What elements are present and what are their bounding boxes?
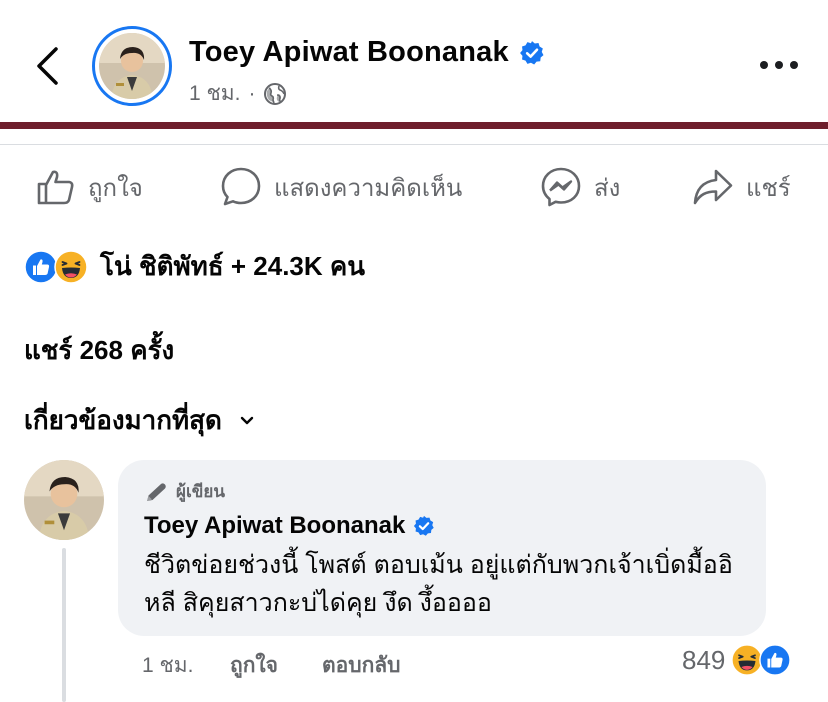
comment-reply-button[interactable]: ตอบกลับ <box>322 649 401 682</box>
comment-icon <box>221 167 261 206</box>
like-reaction-icon <box>24 249 58 284</box>
comment-button[interactable]: แสดงความคิดเห็น <box>220 160 462 214</box>
meta-separator: · <box>248 81 256 105</box>
author-tag-label: ผู้เขียน <box>176 482 225 501</box>
thread-line <box>62 548 66 702</box>
haha-reaction-icon <box>54 249 88 284</box>
send-label: ส่ง <box>594 174 621 202</box>
share-label: แชร์ <box>746 174 791 202</box>
commenter-avatar[interactable] <box>24 460 104 540</box>
like-button[interactable]: ถูกใจ <box>36 160 143 214</box>
post-action-bar: ถูกใจ แสดงความคิดเห็น ส่ง แชร์ <box>0 160 828 214</box>
share-icon <box>693 169 733 205</box>
post-header: Toey Apiwat Boonanak 1 ชม. · <box>0 0 828 122</box>
reactions-summary[interactable]: โน่ ชิติพัทธ์ + 24.3K คน <box>24 246 365 287</box>
more-options-button[interactable] <box>756 52 802 78</box>
send-button[interactable]: ส่ง <box>540 160 620 214</box>
verified-badge-icon <box>414 515 435 536</box>
comment-text: ชีวิตข่อยช่วงนี้ โพสต์ ตอบเม้น อยู่แต่กั… <box>144 551 733 617</box>
share-button[interactable]: แชร์ <box>692 160 791 214</box>
comment-sort-button[interactable]: เกี่ยวข้องมากที่สุด <box>24 400 254 441</box>
comment-reactions[interactable]: 849 <box>682 644 792 676</box>
comment-like-button[interactable]: ถูกใจ <box>230 649 322 682</box>
author-avatar[interactable] <box>92 26 172 106</box>
chevron-down-icon <box>240 416 254 424</box>
comment-author: Toey Apiwat Boonanak <box>144 512 435 540</box>
comment-time[interactable]: 1 ชม. <box>142 649 230 682</box>
reactions-text: โน่ ชิติพัทธ์ + 24.3K คน <box>100 251 366 281</box>
back-button[interactable] <box>30 44 64 88</box>
messenger-icon <box>541 167 581 207</box>
avatar-image <box>99 33 165 99</box>
globe-icon <box>264 82 287 105</box>
sort-label: เกี่ยวข้องมากที่สุด <box>24 405 222 435</box>
comment-reaction-count: 849 <box>682 644 726 675</box>
like-label: ถูกใจ <box>88 174 143 202</box>
more-dots-icon <box>760 61 768 69</box>
post-meta: 1 ชม. · <box>189 77 287 110</box>
verified-badge-icon <box>519 40 544 64</box>
post-media-edge <box>0 122 828 129</box>
comment-label: แสดงความคิดเห็น <box>274 174 463 202</box>
author-name-line: Toey Apiwat Boonanak <box>189 36 545 69</box>
pencil-icon <box>147 482 166 501</box>
author-tag: ผู้เขียน <box>144 478 225 505</box>
comment-bubble[interactable]: ผู้เขียน Toey Apiwat Boonanak ชีวิตข่อยช… <box>118 460 766 636</box>
author-name[interactable]: Toey Apiwat Boonanak <box>189 36 509 69</box>
post-time[interactable]: 1 ชม. <box>189 77 240 110</box>
share-count[interactable]: แชร์ 268 ครั้ง <box>24 330 174 371</box>
chevron-left-icon <box>37 47 58 85</box>
comment-author-name[interactable]: Toey Apiwat Boonanak <box>144 512 405 540</box>
like-thumb-icon <box>37 170 74 205</box>
like-reaction-icon <box>759 644 792 676</box>
divider <box>0 144 828 145</box>
